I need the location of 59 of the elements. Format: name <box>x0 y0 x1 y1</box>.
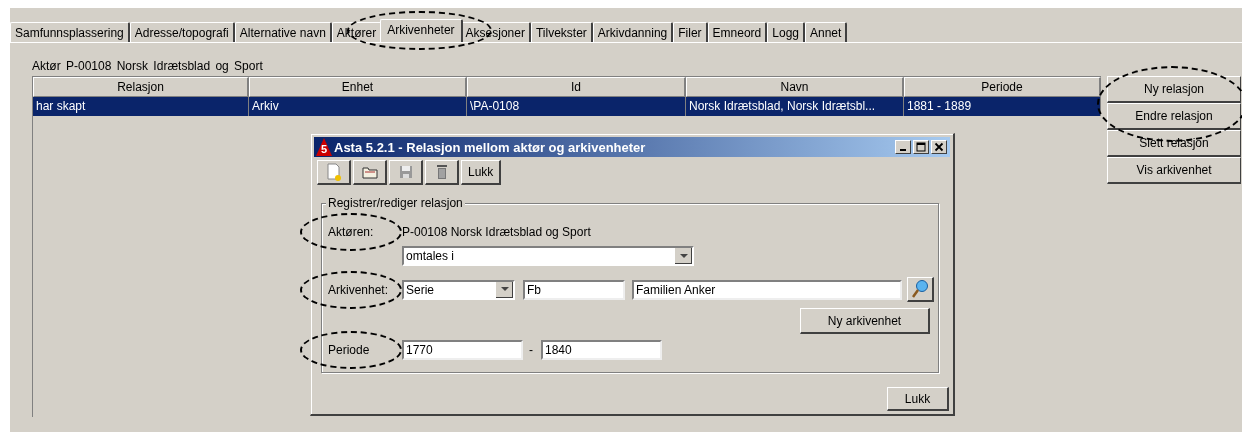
field-label: Arkivenhet: <box>328 282 389 297</box>
new-button[interactable] <box>317 160 351 185</box>
new-document-icon <box>325 163 342 181</box>
unit-name-field[interactable]: Familien Anker <box>632 279 902 300</box>
table-cell: \PA-0108 <box>467 97 686 116</box>
tab[interactable]: Arkivdanning <box>592 22 674 42</box>
unit-type-dropdown[interactable]: Serie <box>402 279 515 300</box>
unit-code-field[interactable]: Fb <box>523 279 625 300</box>
table-cell: har skapt <box>33 97 249 116</box>
side-button[interactable]: Endre relasjon <box>1107 103 1241 130</box>
search-button[interactable] <box>907 277 934 302</box>
period-to-field[interactable]: 1840 <box>541 340 662 360</box>
table-cell: Norsk Idrætsblad, Norsk Idrætsbl... <box>686 97 904 116</box>
close-toolbar-button[interactable]: Lukk <box>461 160 502 185</box>
save-button[interactable] <box>389 160 423 185</box>
tab[interactable]: Aktører <box>331 22 383 42</box>
tab[interactable]: Aksesjoner <box>460 22 531 42</box>
side-button[interactable]: Vis arkivenhet <box>1107 157 1241 184</box>
tab[interactable]: Filer <box>673 22 708 42</box>
group-title: Registrer/rediger relasjon <box>326 196 465 210</box>
field-label: Periode <box>328 343 370 357</box>
actor-heading: Aktør P-00108 Norsk Idrætsblad og Sport <box>32 58 264 74</box>
table-cell: 1881 - 1889 <box>904 97 1101 116</box>
period-from-field[interactable]: 1770 <box>402 340 523 360</box>
maximize-button[interactable] <box>913 140 929 154</box>
tab[interactable]: Samfunnsplassering <box>10 22 130 42</box>
maximize-icon <box>916 142 926 152</box>
close-button[interactable] <box>931 140 947 154</box>
trash-icon <box>435 164 448 180</box>
period-separator: - <box>528 343 534 357</box>
tab[interactable]: Logg <box>767 22 805 42</box>
tab[interactable]: Tilvekster <box>530 22 593 42</box>
field-label: Aktøren: <box>328 225 374 239</box>
close-icon <box>934 142 944 152</box>
minimize-icon <box>900 149 906 151</box>
new-unit-button[interactable]: Ny arkivenhet <box>800 308 930 334</box>
side-button[interactable]: Ny relasjon <box>1107 76 1241 103</box>
table-row[interactable]: har skapt Arkiv \PA-0108 Norsk Idrætsblad, Norsk Idrætsbl... 1881 - 1889 <box>33 97 1101 116</box>
open-button[interactable] <box>353 160 387 185</box>
app-icon: 5 <box>316 138 332 156</box>
tab[interactable]: Emneord <box>707 22 768 42</box>
close-dialog-button[interactable]: Lukk <box>887 387 949 411</box>
delete-button[interactable] <box>425 160 459 185</box>
column-header[interactable]: Navn <box>686 77 904 97</box>
actor-value: P-00108 Norsk Idrætsblad og Sport <box>402 225 591 239</box>
tab[interactable]: Alternative navn <box>234 22 332 42</box>
minimize-button[interactable] <box>895 140 911 154</box>
window-title: Asta 5.2.1 - Relasjon mellom aktør og arkivenheter <box>334 139 647 155</box>
column-header[interactable]: Periode <box>904 77 1101 97</box>
relation-dropdown[interactable]: omtales i <box>402 246 694 266</box>
tab[interactable]: Annet <box>805 22 848 42</box>
column-header[interactable]: Id <box>467 77 686 97</box>
table-cell: Arkiv <box>249 97 467 116</box>
column-header[interactable]: Relasjon <box>33 77 249 97</box>
folder-icon <box>361 165 378 179</box>
search-icon <box>911 279 929 299</box>
column-header[interactable]: Enhet <box>249 77 467 97</box>
tab[interactable]: Adresse/topografi <box>129 22 235 42</box>
tab[interactable]: Arkivenheter <box>380 19 463 42</box>
